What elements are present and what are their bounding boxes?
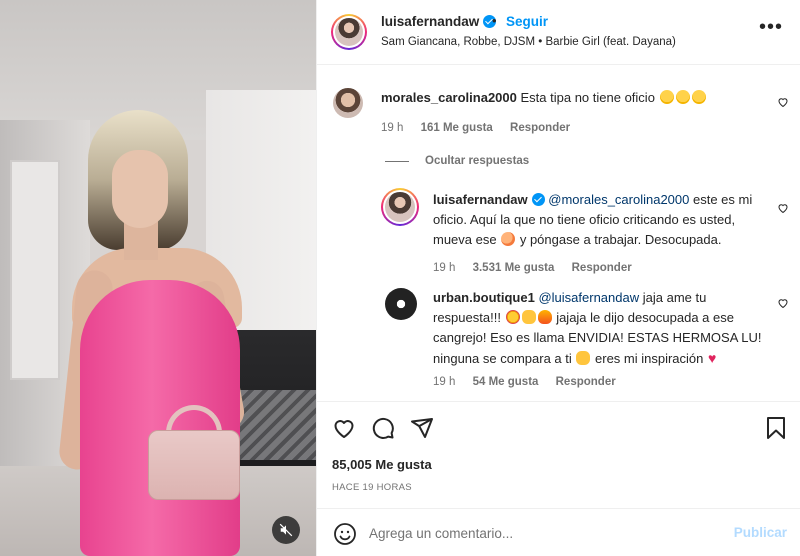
publish-button[interactable]: Publicar	[734, 525, 787, 540]
laughing-emoji-icon	[675, 90, 690, 104]
reply-time[interactable]: 19 h	[433, 262, 455, 274]
separator-dot: •	[492, 13, 497, 28]
comment-time[interactable]: 19 h	[381, 122, 403, 134]
comment-likes[interactable]: 161 Me gusta	[421, 122, 493, 134]
author-avatar[interactable]	[331, 14, 367, 50]
media-person	[0, 0, 316, 556]
author-username-text[interactable]: luisafernandaw	[381, 14, 479, 29]
mention-link[interactable]: @morales_carolina2000	[548, 192, 689, 207]
reply-author-avatar[interactable]	[381, 188, 419, 226]
post-time[interactable]: HACE 19 HORAS	[332, 482, 412, 493]
reply-body: urban.boutique1 @luisafernandaw jaja ame…	[433, 288, 763, 369]
speaker-muted-icon	[279, 523, 293, 537]
person-face	[112, 150, 168, 228]
comment-input[interactable]	[369, 523, 719, 543]
audio-track[interactable]: Sam Giancana, Robbe, DJSM • Barbie Girl …	[381, 36, 676, 48]
clapping-hands-emoji-icon	[521, 310, 536, 324]
reply-text-end: eres mi inspiración	[595, 351, 704, 366]
reply-body: luisafernandaw @morales_carolina2000 est…	[433, 190, 758, 250]
comment-username[interactable]: morales_carolina2000	[381, 90, 517, 105]
fire-emoji-icon	[537, 310, 552, 324]
reply-text-cont: y póngase a trabajar. Desocupada.	[519, 232, 722, 247]
red-heart-emoji-icon: ♥	[708, 350, 717, 366]
post-media[interactable]	[0, 0, 316, 556]
reply-username[interactable]: urban.boutique1	[433, 290, 535, 305]
hide-replies-toggle[interactable]: Ocultar respuestas	[385, 155, 529, 167]
reply-button[interactable]: Responder	[572, 262, 632, 274]
mute-button[interactable]	[272, 516, 300, 544]
reply-time[interactable]: 19 h	[433, 376, 455, 388]
comment-body: morales_carolina2000 Esta tipa no tiene …	[381, 88, 761, 108]
author-username[interactable]: luisafernandaw	[381, 14, 497, 29]
comment-bubble-icon[interactable]	[371, 416, 395, 440]
like-reply-heart-icon[interactable]	[777, 202, 789, 214]
reply-meta: 19 h 54 Me gusta Responder	[433, 376, 733, 388]
add-comment-bar: Publicar	[317, 508, 800, 556]
comment-meta: 19 h 161 Me gusta Responder	[381, 122, 681, 134]
reply-likes[interactable]: 3.531 Me gusta	[473, 262, 555, 274]
like-reply-heart-icon[interactable]	[777, 297, 789, 309]
likes-count[interactable]: 85,005 Me gusta	[332, 457, 432, 472]
handbag	[148, 430, 240, 500]
clapping-hands-emoji-icon	[576, 351, 591, 365]
mention-link[interactable]: @luisafernandaw	[538, 290, 639, 305]
post-header: luisafernandaw • Seguir Sam Giancana, Ro…	[317, 0, 800, 65]
hide-replies-label[interactable]: Ocultar respuestas	[425, 155, 529, 167]
peach-emoji-icon	[501, 232, 516, 246]
reply-button[interactable]: Responder	[556, 376, 616, 388]
post-actions: 85,005 Me gusta HACE 19 HORAS Publicar	[317, 401, 800, 556]
verified-badge-icon	[531, 193, 545, 206]
laughing-emoji-icon	[691, 90, 706, 104]
like-heart-icon[interactable]	[332, 416, 356, 440]
emoji-smiley-icon[interactable]	[333, 522, 357, 546]
laughing-emoji-icon	[659, 90, 674, 104]
more-options-icon[interactable]: •••	[759, 17, 783, 37]
commenter-avatar[interactable]	[333, 88, 363, 118]
comment-text: Esta tipa no tiene oficio	[520, 90, 655, 105]
star-struck-emoji-icon	[505, 310, 520, 324]
share-paper-plane-icon[interactable]	[410, 416, 434, 440]
reply-button[interactable]: Responder	[510, 122, 570, 134]
divider-line	[385, 160, 409, 162]
post-details-panel: luisafernandaw • Seguir Sam Giancana, Ro…	[316, 0, 800, 556]
reply-author-avatar[interactable]	[385, 288, 417, 320]
follow-button[interactable]: Seguir	[506, 14, 548, 29]
reply-username[interactable]: luisafernandaw	[433, 192, 528, 207]
save-bookmark-icon[interactable]	[765, 416, 787, 440]
reply-meta: 19 h 3.531 Me gusta Responder	[433, 262, 733, 274]
like-comment-heart-icon[interactable]	[777, 96, 789, 108]
reply-likes[interactable]: 54 Me gusta	[473, 376, 539, 388]
